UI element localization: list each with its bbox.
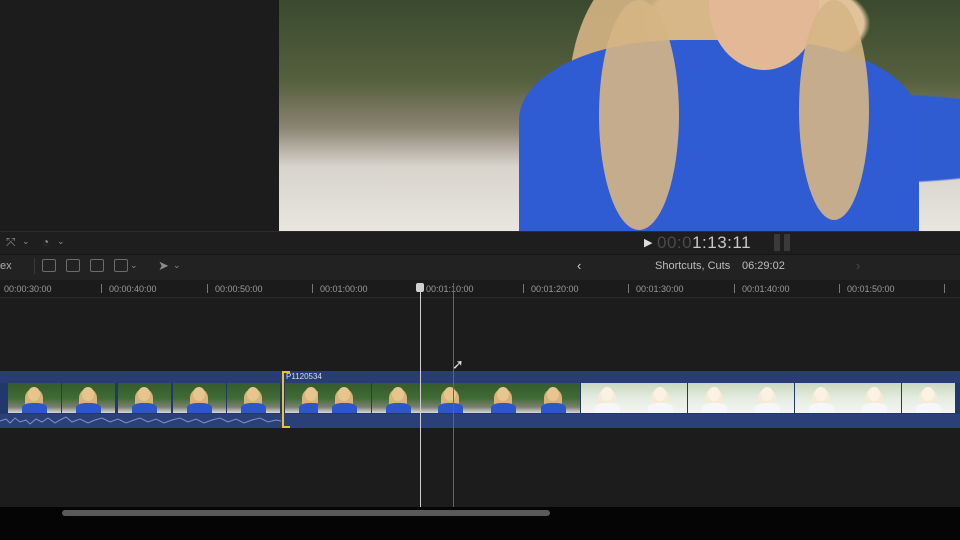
timecode-dim: 00:0 [657,233,693,252]
playhead-handle[interactable] [416,283,424,292]
clip-thumbnail [477,383,530,413]
ruler-tick [944,284,945,293]
clip-thumbnail [118,383,171,413]
ruler-label: 00:01:00:00 [320,284,368,294]
audio-lane [281,414,960,428]
clip-selection-edge-bottom [282,426,290,428]
ruler-label: 00:00:30:00 [4,284,52,294]
chevron-right-icon[interactable]: › [856,258,860,273]
clip-thumbnail [424,383,477,413]
timeline-toolbar [0,254,960,281]
clip-selection-edge[interactable] [282,371,284,428]
clip-thumbnail [848,383,901,413]
project-title: Shortcuts, Cuts [655,260,731,272]
clip-thumbnail [62,383,115,413]
ruler-label: 00:01:10:00 [426,284,474,294]
audio-meter-left [774,234,780,251]
ruler-label: 00:01:20:00 [531,284,579,294]
audio-waveform [0,414,281,428]
browser-panel [0,0,279,231]
append-clip-icon[interactable] [90,259,104,272]
audio-meter-right [784,234,790,251]
clip-thumbnail [688,383,741,413]
ruler-tick [101,284,102,293]
overwrite-clip-icon[interactable] [114,259,128,272]
skimmer-line [453,283,454,507]
chevron-down-icon[interactable]: ⌄ [57,236,65,247]
clip-thumbnail [741,383,794,413]
clip-thumbnail [372,383,425,413]
clip-thumbnail [173,383,226,413]
timecode-lit: 1:13:11 [692,233,752,252]
ruler-label: 00:01:50:00 [847,284,895,294]
clip-thumbnail [527,383,580,413]
clip-name: P1120534 [286,372,322,381]
horizontal-scrollbar[interactable] [62,510,550,516]
clip-thumbnail [227,383,280,413]
chevron-down-icon[interactable]: ⌄ [130,260,138,271]
clip-thumbnail [318,383,371,413]
viewer-image-hair-left [599,0,679,230]
ruler-tick [734,284,735,293]
ruler-tick [312,284,313,293]
clip-thumbnail [8,383,61,413]
ruler-tick [207,284,208,293]
viewer-toolbar [0,231,960,255]
ruler-tick [523,284,524,293]
connect-clip-icon[interactable] [42,259,56,272]
toolbar-divider [34,258,35,274]
clip-thumbnail [634,383,687,413]
audio-waveform-graphic [0,416,281,425]
speed-gauge-icon[interactable]: ◔ [42,235,49,249]
playhead[interactable] [420,283,421,507]
chevron-down-icon[interactable]: ⌄ [173,260,181,271]
ruler-tick [628,284,629,293]
ruler-label: 00:00:50:00 [215,284,263,294]
mouse-cursor-icon: ➚ [452,356,464,372]
select-arrow-icon[interactable]: ➤ [158,258,169,274]
ruler-tick [839,284,840,293]
play-icon[interactable]: ▶ [644,236,652,249]
chevron-left-icon[interactable]: ‹ [577,258,581,273]
toolbar-partial-label[interactable]: ex [0,260,12,272]
clip-thumbnail [581,383,634,413]
video-viewer[interactable] [279,0,960,231]
transform-icon[interactable]: ⤧ [6,235,16,250]
ruler-label: 00:00:40:00 [109,284,157,294]
ruler-label: 00:01:30:00 [636,284,684,294]
clip-header [0,371,960,383]
project-duration: 06:29:02 [742,260,785,272]
timecode-display: 00:01:13:11 [657,231,751,254]
clip-thumbnail [795,383,848,413]
ruler-label: 00:01:40:00 [742,284,790,294]
chevron-down-icon[interactable]: ⌄ [22,236,30,247]
insert-clip-icon[interactable] [66,259,80,272]
viewer-image-hair-right [799,0,869,220]
clip-thumbnail [902,383,955,413]
